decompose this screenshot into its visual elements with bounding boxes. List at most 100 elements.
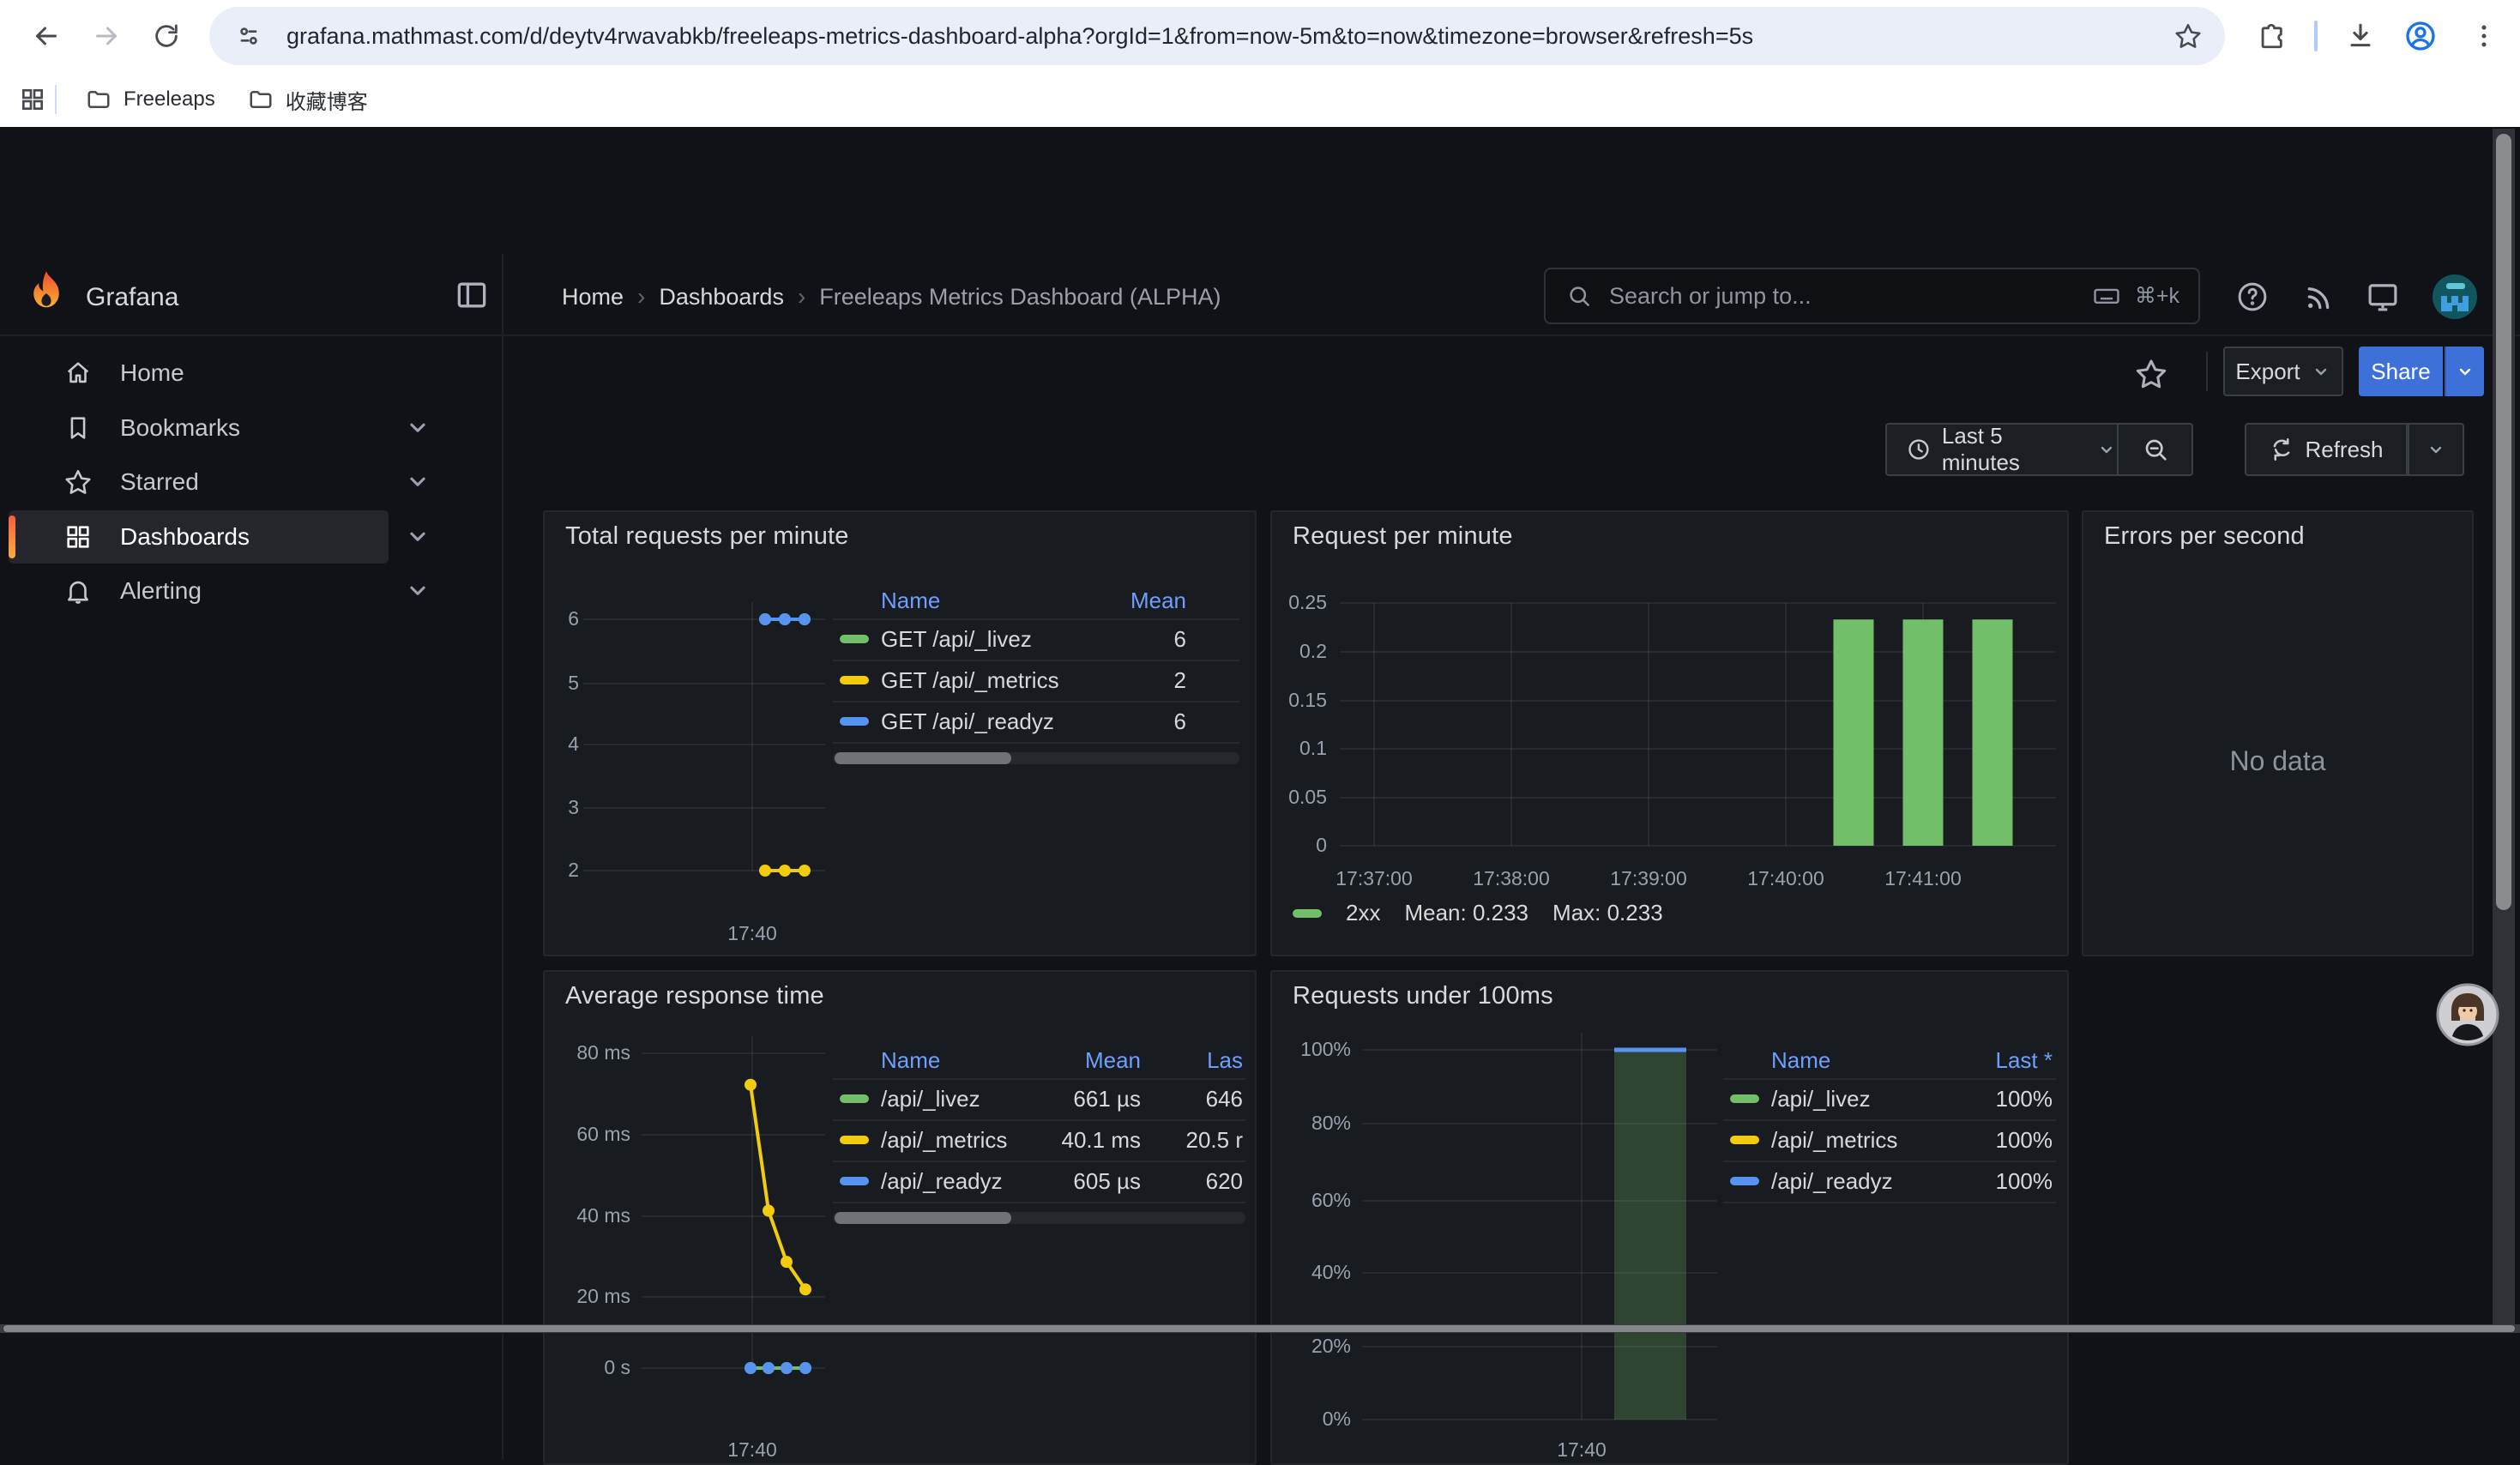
bell-icon [63, 576, 93, 606]
series-color-chip[interactable] [1293, 909, 1322, 918]
series-color-chip[interactable] [840, 717, 869, 726]
axis-tick-label: 0.1 [1272, 737, 1327, 760]
search-input[interactable]: Search or jump to... ⌘+k [1544, 268, 2200, 324]
panel-request-per-minute[interactable]: Request per minute 0.250.20.150.10.05017… [1270, 510, 2069, 956]
arrow-right-icon [91, 21, 122, 51]
panel-average-response-time[interactable]: Average response time 80 ms60 ms40 ms20 … [543, 970, 1257, 1465]
legend-column-mean[interactable]: Mean [1085, 1047, 1141, 1074]
bookmark-label: 收藏博客 [286, 85, 368, 115]
legend-column-name[interactable]: Name [1771, 1047, 1830, 1074]
mega-menu-toggle[interactable] [453, 276, 491, 314]
series-color-chip[interactable] [1730, 1094, 1759, 1103]
panel-title[interactable]: Errors per second [2104, 522, 2305, 551]
series-color-chip[interactable] [840, 1177, 869, 1185]
axis-tick-label: 17:37:00 [1305, 867, 1443, 890]
series-color-chip[interactable] [840, 1094, 869, 1103]
series-name[interactable]: GET /api/_metrics [881, 667, 1059, 694]
legend-separator [1723, 1078, 2056, 1080]
export-button[interactable]: Export [2223, 347, 2343, 396]
axis-tick-label: 0.2 [1272, 640, 1327, 663]
news-feed-button[interactable] [2297, 274, 2342, 319]
chevron-down-icon[interactable] [403, 413, 434, 443]
series-value: 2 [1174, 667, 1186, 694]
series-color-chip[interactable] [840, 1136, 869, 1144]
reload-icon [152, 21, 181, 51]
sidebar-item-dashboards[interactable]: Dashboards [9, 510, 389, 564]
toolbar-separator [2314, 21, 2318, 51]
help-button[interactable] [2230, 274, 2275, 319]
series-name[interactable]: /api/_readyz [881, 1168, 1003, 1195]
search-icon [1566, 283, 1592, 309]
series-name[interactable]: 2xx [1346, 900, 1380, 926]
bookmark-star-icon[interactable] [2173, 21, 2203, 51]
axis-tick-label: 60% [1272, 1189, 1351, 1212]
panel-requests-under-100ms[interactable]: Requests under 100ms 100%80%60%40%20%0%1… [1270, 970, 2069, 1465]
series-color-chip[interactable] [840, 635, 869, 643]
series-name[interactable]: /api/_metrics [881, 1127, 1007, 1154]
sidebar-item-alerting[interactable]: Alerting [9, 564, 389, 618]
breadcrumb-dashboards[interactable]: Dashboards [659, 284, 784, 310]
extensions-button[interactable] [2246, 10, 2297, 62]
url-text[interactable]: grafana.mathmast.com/d/deytv4rwavabkb/fr… [286, 23, 2151, 50]
browser-back-button[interactable] [21, 10, 72, 62]
series-name[interactable]: /api/_livez [881, 1086, 980, 1112]
series-value: 100% [1996, 1168, 2053, 1195]
browser-forward-button[interactable] [81, 10, 132, 62]
share-menu-button[interactable] [2445, 347, 2484, 396]
grafana-logo[interactable] [22, 269, 70, 321]
series-name[interactable]: GET /api/_readyz [881, 708, 1054, 735]
bookmark-folder-freeleaps[interactable]: Freeleaps [72, 80, 229, 119]
legend-separator [833, 660, 1239, 661]
vertical-scrollbar-thumb[interactable] [2496, 134, 2511, 910]
browser-profile-button[interactable] [2395, 10, 2446, 62]
legend-column-last[interactable]: Last * [1996, 1047, 2053, 1074]
floating-assistant-avatar[interactable] [2436, 983, 2499, 1046]
requests-under-100ms-chart[interactable] [1272, 972, 2067, 1463]
time-range-picker[interactable]: Last 5 minutes [1885, 423, 2119, 476]
legend-scrollbar[interactable] [833, 1212, 1245, 1224]
kiosk-mode-button[interactable] [2360, 274, 2405, 319]
breadcrumb-home[interactable]: Home [562, 284, 624, 310]
address-bar[interactable]: grafana.mathmast.com/d/deytv4rwavabkb/fr… [209, 7, 2225, 65]
axis-tick-label: 0.15 [1272, 689, 1327, 712]
user-avatar[interactable] [2431, 273, 2479, 321]
bookmark-icon [63, 413, 93, 443]
downloads-button[interactable] [2335, 10, 2386, 62]
series-name[interactable]: /api/_livez [1771, 1086, 1871, 1112]
legend-column-name[interactable]: Name [881, 588, 940, 614]
zoom-out-time-button[interactable] [2119, 423, 2193, 476]
legend-column-name[interactable]: Name [881, 1047, 940, 1074]
apps-grid-icon[interactable] [19, 86, 46, 113]
refresh-interval-button[interactable] [2408, 423, 2464, 476]
chevron-down-icon[interactable] [403, 521, 434, 552]
sidebar-item-home[interactable]: Home [9, 347, 389, 400]
chevron-down-icon [2096, 439, 2117, 460]
share-button[interactable]: Share [2359, 347, 2443, 396]
chevron-down-icon[interactable] [403, 467, 434, 497]
series-name[interactable]: GET /api/_livez [881, 626, 1032, 653]
series-name[interactable]: /api/_readyz [1771, 1168, 1893, 1195]
browser-reload-button[interactable] [141, 10, 192, 62]
legend-separator [833, 742, 1239, 744]
bookmark-folder-blogs[interactable]: 收藏博客 [234, 78, 382, 122]
sidebar-item-label: Home [120, 359, 184, 387]
sidebar-item-starred[interactable]: Starred [9, 455, 389, 509]
horizontal-scrollbar-thumb[interactable] [3, 1325, 2515, 1332]
legend-column-las[interactable]: Las [1207, 1047, 1243, 1074]
panel-errors-per-second[interactable]: Errors per second No data [2082, 510, 2474, 956]
chevron-down-icon[interactable] [403, 576, 434, 606]
series-color-chip[interactable] [1730, 1177, 1759, 1185]
series-value: 40.1 ms [1062, 1127, 1142, 1154]
series-color-chip[interactable] [840, 676, 869, 684]
site-settings-icon[interactable] [235, 22, 262, 50]
browser-menu-button[interactable] [2458, 10, 2510, 62]
series-color-chip[interactable] [1730, 1136, 1759, 1144]
panel-total-requests-per-minute[interactable]: Total requests per minute 6543217:40Name… [543, 510, 1257, 956]
legend-scrollbar[interactable] [833, 752, 1239, 764]
series-name[interactable]: /api/_metrics [1771, 1127, 1897, 1154]
favorite-dashboard-button[interactable] [2129, 352, 2173, 396]
sidebar-item-bookmarks[interactable]: Bookmarks [9, 401, 389, 455]
legend-column-mean[interactable]: Mean [1130, 588, 1186, 614]
refresh-button[interactable]: Refresh [2245, 423, 2408, 476]
chevron-down-icon [2311, 361, 2331, 382]
